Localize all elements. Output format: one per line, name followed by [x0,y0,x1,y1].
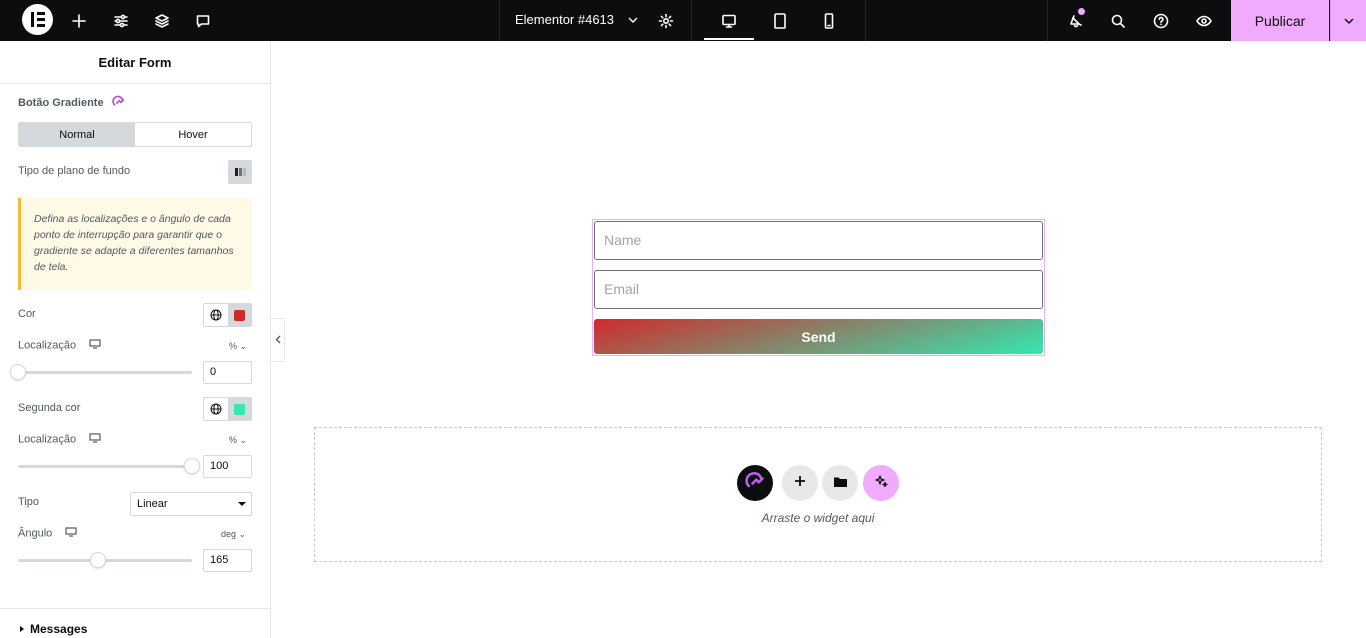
location2-unit-select[interactable]: % ⌄ [229,435,247,446]
caret-down-icon [238,502,246,506]
widget-drop-zone[interactable]: Arraste o widget aqui [314,427,1322,562]
angle-label: Ângulo [18,527,77,540]
type-label: Tipo [18,496,39,508]
mobile-icon[interactable] [809,0,849,41]
color-label: Cor [18,308,36,320]
add-icon[interactable] [59,0,99,41]
desktop-icon[interactable] [709,0,749,41]
location2-label: Localização [18,433,101,446]
tab-hover[interactable]: Hover [135,123,251,146]
caret-right-icon [20,626,24,632]
settings-sliders-icon[interactable] [101,0,141,41]
name-field[interactable]: Name [594,221,1043,260]
location-slider-handle[interactable] [10,364,26,380]
second-color-swatch[interactable] [227,398,251,420]
location-slider[interactable] [10,364,192,380]
document-title-dropdown[interactable]: Elementor #4613 [515,0,638,41]
color-control [203,303,252,327]
divider [865,0,866,41]
location-unit-select[interactable]: % ⌄ [229,341,247,352]
location2-label-text: Localização [18,433,77,446]
template-library-button[interactable] [822,465,858,501]
location-unit-value: % [229,341,238,351]
second-color-control [203,397,252,421]
angle-slider-handle[interactable] [89,552,106,568]
location-label: Localização [18,339,101,352]
tab-normal[interactable]: Normal [19,123,135,146]
comment-icon[interactable] [183,0,223,41]
angle-unit-select[interactable]: deg ⌄ [221,529,246,540]
search-icon[interactable] [1098,0,1138,41]
background-type-label: Tipo de plano de fundo [18,165,131,177]
chevron-down-icon [628,1,638,40]
second-color-swatch-fill [233,403,245,415]
gradient-addon-icon [111,95,125,111]
chevron-left-icon [275,331,281,349]
top-bar: Elementor #4613 Publicar [0,0,1366,41]
angle-slider[interactable] [18,552,192,568]
gradient-type-select[interactable]: Linear [130,492,252,516]
angle-unit-value: deg [221,529,237,539]
help-icon[interactable] [1141,0,1181,41]
responsive-desktop-icon[interactable] [89,433,101,446]
responsive-desktop-icon[interactable] [65,527,77,540]
divider [0,608,270,609]
gradient-notice: Defina as localizações e o ângulo de cad… [18,198,252,290]
notification-dot [1078,8,1085,15]
elementor-logo-icon[interactable] [22,4,53,35]
angle-input[interactable]: 165 [203,549,252,572]
messages-section-title: Messages [30,622,88,636]
add-icon [794,474,806,492]
global-colors-globe-icon[interactable] [204,304,228,326]
folder-icon [833,474,847,492]
location2-slider-handle[interactable] [184,458,200,474]
state-tabs: Normal Hover [18,122,252,147]
ai-sparkle-icon [874,474,888,493]
send-button[interactable]: Send [594,319,1043,354]
tablet-icon[interactable] [760,0,800,41]
active-device-indicator [704,38,754,40]
ai-generate-button[interactable] [863,465,899,501]
form-widget[interactable]: Name Email Send [592,219,1045,356]
addon-widgets-button[interactable] [737,465,773,501]
section-title-text: Botão Gradiente [18,97,104,109]
email-field[interactable]: Email [594,270,1043,309]
messages-section-toggle[interactable]: Messages [20,622,87,636]
gradient-addon-icon [745,471,765,496]
divider [1047,0,1048,41]
add-section-button[interactable] [782,465,818,501]
divider [691,0,692,41]
global-colors-globe-icon[interactable] [204,398,228,420]
color-swatch-fill [233,309,245,321]
gradient-icon [234,163,246,181]
location2-input[interactable]: 100 [203,455,252,478]
notifications-icon[interactable] [1056,0,1096,41]
divider [499,0,500,41]
color-swatch[interactable] [227,304,251,326]
page-settings-gear-icon[interactable] [646,0,686,41]
second-color-label: Segunda cor [18,402,81,414]
layers-icon[interactable] [142,0,182,41]
location-label-text: Localização [18,339,77,352]
gradient-type-value: Linear [137,498,168,510]
drop-zone-hint: Arraste o widget aqui [761,511,875,525]
publish-options-chevron-icon[interactable] [1330,0,1366,41]
editor-panel: Editar Form Botão Gradiente Normal Hover… [0,41,271,638]
responsive-desktop-icon[interactable] [89,339,101,352]
publish-button[interactable]: Publicar [1231,0,1329,41]
location2-unit-value: % [229,435,238,445]
location2-slider[interactable] [18,458,200,474]
document-title: Elementor #4613 [515,12,615,27]
preview-eye-icon[interactable] [1184,0,1224,41]
angle-label-text: Ângulo [18,527,53,540]
section-title: Botão Gradiente [18,95,125,111]
location-input[interactable]: 0 [203,361,252,384]
collapse-panel-button[interactable] [271,318,285,362]
gradient-type-button[interactable] [228,160,252,184]
panel-title: Editar Form [0,41,270,84]
